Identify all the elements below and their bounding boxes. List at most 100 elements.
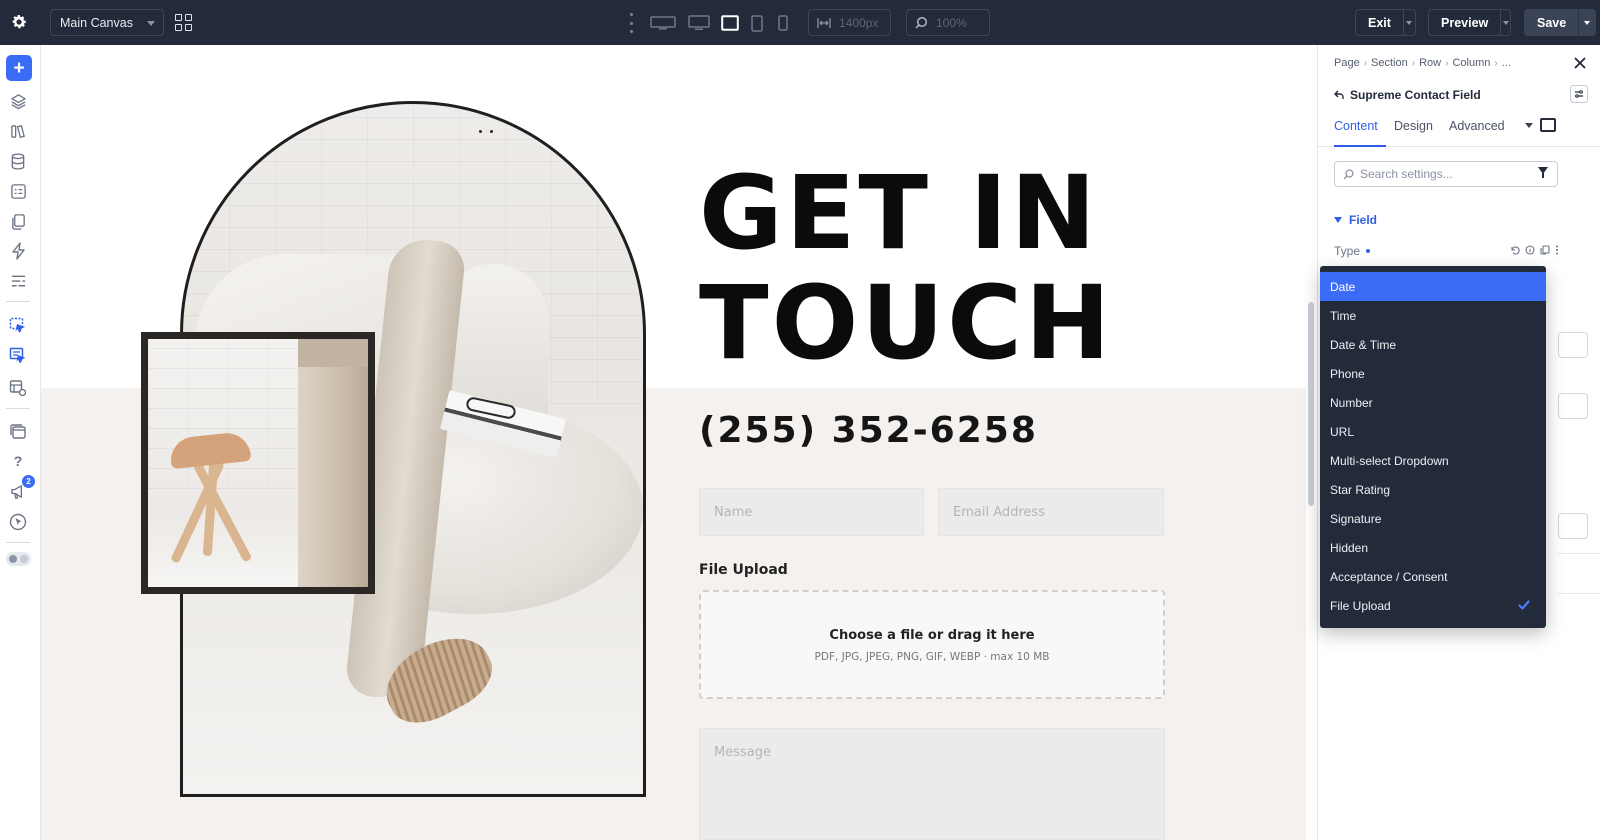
hidden-field-control[interactable] bbox=[1558, 332, 1588, 358]
hidden-field-control[interactable] bbox=[1558, 513, 1588, 539]
type-setting-label: Type bbox=[1334, 244, 1371, 258]
hidden-field-control[interactable] bbox=[1558, 393, 1588, 419]
zoom-value: 100% bbox=[936, 15, 967, 30]
exit-dropdown-toggle[interactable] bbox=[1402, 10, 1415, 35]
preview-dropdown-toggle[interactable] bbox=[1500, 10, 1510, 35]
settings-tabs: Content Design Advanced bbox=[1318, 115, 1600, 147]
search-icon bbox=[1343, 168, 1354, 179]
panel-divider bbox=[1558, 593, 1600, 594]
lightning-icon[interactable] bbox=[8, 241, 28, 261]
zoom-field[interactable]: 100% bbox=[906, 9, 990, 36]
type-option-url[interactable]: URL bbox=[1320, 417, 1546, 446]
grid-view-icon[interactable] bbox=[175, 14, 192, 31]
list-settings-icon[interactable] bbox=[8, 271, 28, 291]
type-option-multi-select-dropdown[interactable]: Multi-select Dropdown bbox=[1320, 446, 1546, 475]
chevron-down-icon[interactable] bbox=[1525, 123, 1533, 128]
type-option-file-upload[interactable]: File Upload bbox=[1320, 591, 1546, 620]
library-icon[interactable] bbox=[8, 121, 28, 141]
settings-search-placeholder: Search settings... bbox=[1360, 167, 1453, 181]
settings-search-input[interactable]: Search settings... bbox=[1334, 161, 1558, 187]
file-upload-label: File Upload bbox=[699, 562, 788, 578]
breadcrumb-more[interactable]: ... bbox=[1502, 57, 1511, 69]
windows-stack-icon[interactable] bbox=[8, 421, 28, 441]
type-option-number[interactable]: Number bbox=[1320, 388, 1546, 417]
type-option-time[interactable]: Time bbox=[1320, 301, 1546, 330]
form-fields-icon[interactable] bbox=[8, 181, 28, 201]
save-label: Save bbox=[1537, 15, 1567, 30]
chevron-down-icon bbox=[147, 21, 155, 26]
breadcrumb-row[interactable]: Row bbox=[1419, 57, 1441, 69]
view-mode-square-icon[interactable] bbox=[1540, 118, 1556, 132]
message-textarea[interactable]: Message bbox=[699, 728, 1165, 840]
tab-design[interactable]: Design bbox=[1394, 119, 1433, 147]
select-cursor-blue-icon[interactable] bbox=[8, 316, 28, 336]
reset-icon[interactable] bbox=[1510, 245, 1520, 255]
hero-heading-line2: TOUCH bbox=[699, 264, 1114, 383]
preview-button[interactable]: Preview bbox=[1428, 9, 1511, 36]
info-icon[interactable] bbox=[1525, 245, 1535, 255]
canvas-scrollbar[interactable] bbox=[1306, 45, 1317, 840]
canvas-select[interactable]: Main Canvas bbox=[50, 9, 164, 36]
add-element-button[interactable]: + bbox=[6, 55, 32, 81]
type-option-phone[interactable]: Phone bbox=[1320, 359, 1546, 388]
multi-select-blue-icon[interactable] bbox=[8, 346, 28, 366]
type-setting-actions bbox=[1510, 245, 1559, 255]
desktop-view-icon[interactable] bbox=[688, 13, 710, 33]
type-option-star-rating[interactable]: Star Rating bbox=[1320, 475, 1546, 504]
layers-icon[interactable] bbox=[8, 91, 28, 111]
pages-icon[interactable] bbox=[8, 211, 28, 231]
breadcrumb-column[interactable]: Column bbox=[1452, 57, 1490, 69]
module-options-icon[interactable] bbox=[1570, 85, 1588, 103]
type-dropdown-menu: Date Time Date & Time Phone Number URL M… bbox=[1320, 266, 1546, 628]
phone-number: (255) 352-6258 bbox=[699, 410, 1038, 451]
exit-button[interactable]: Exit bbox=[1355, 9, 1416, 36]
caret-down-icon bbox=[1334, 217, 1342, 223]
dropzone-hint-text: PDF, JPG, JPEG, PNG, GIF, WEBP · max 10 … bbox=[814, 651, 1050, 663]
layout-settings-icon[interactable] bbox=[8, 378, 28, 398]
name-input[interactable]: Name bbox=[699, 488, 924, 536]
close-icon[interactable] bbox=[1572, 55, 1588, 71]
filter-icon-stem bbox=[1542, 173, 1544, 178]
tablet-view-icon[interactable] bbox=[751, 13, 763, 33]
type-option-hidden[interactable]: Hidden bbox=[1320, 533, 1546, 562]
zoom-search-icon bbox=[915, 16, 928, 29]
more-vertical-icon[interactable] bbox=[629, 13, 633, 33]
help-icon[interactable]: ? bbox=[8, 451, 28, 471]
mode-toggle[interactable] bbox=[6, 552, 31, 566]
module-title-text: Supreme Contact Field bbox=[1350, 88, 1481, 102]
type-option-date-time[interactable]: Date & Time bbox=[1320, 330, 1546, 359]
canvas-width-field[interactable]: 1400px bbox=[808, 9, 891, 36]
tab-advanced[interactable]: Advanced bbox=[1449, 119, 1505, 147]
breadcrumb-page[interactable]: Page bbox=[1334, 57, 1360, 69]
phone-view-icon[interactable] bbox=[778, 13, 788, 33]
save-button[interactable]: Save bbox=[1524, 9, 1596, 36]
hero-heading: GET IN TOUCH bbox=[699, 159, 1259, 379]
type-option-acceptance-consent[interactable]: Acceptance / Consent bbox=[1320, 562, 1546, 591]
back-arrow-icon[interactable] bbox=[1334, 90, 1344, 100]
save-dropdown-toggle[interactable] bbox=[1578, 10, 1595, 35]
checkmark-icon bbox=[1518, 600, 1530, 610]
scrollbar-thumb[interactable] bbox=[1308, 302, 1314, 506]
exit-label: Exit bbox=[1368, 15, 1391, 30]
tablet-landscape-view-icon[interactable] bbox=[721, 13, 739, 33]
type-option-signature[interactable]: Signature bbox=[1320, 504, 1546, 533]
more-vertical-icon[interactable] bbox=[1555, 245, 1559, 255]
breadcrumb-section[interactable]: Section bbox=[1371, 57, 1408, 69]
breadcrumb-chevron-icon: › bbox=[1363, 57, 1368, 69]
breadcrumb-chevron-icon: › bbox=[1445, 57, 1449, 69]
type-option-date[interactable]: Date bbox=[1320, 272, 1546, 301]
settings-gear-icon[interactable] bbox=[8, 11, 30, 33]
widescreen-view-icon[interactable] bbox=[650, 13, 676, 33]
copy-icon[interactable] bbox=[1540, 245, 1550, 255]
cursor-circle-icon[interactable] bbox=[8, 512, 28, 532]
field-group-toggle[interactable]: Field bbox=[1334, 213, 1377, 227]
type-label-text: Type bbox=[1334, 244, 1361, 258]
sidebar-divider bbox=[6, 542, 30, 543]
sidebar-divider bbox=[6, 408, 30, 409]
database-icon[interactable] bbox=[8, 151, 28, 171]
email-input[interactable]: Email Address bbox=[938, 488, 1164, 536]
breadcrumb-chevron-icon: › bbox=[1494, 57, 1498, 69]
file-upload-dropzone[interactable]: Choose a file or drag it here PDF, JPG, … bbox=[699, 590, 1165, 699]
field-group-label: Field bbox=[1349, 213, 1378, 227]
tab-content[interactable]: Content bbox=[1334, 119, 1386, 147]
